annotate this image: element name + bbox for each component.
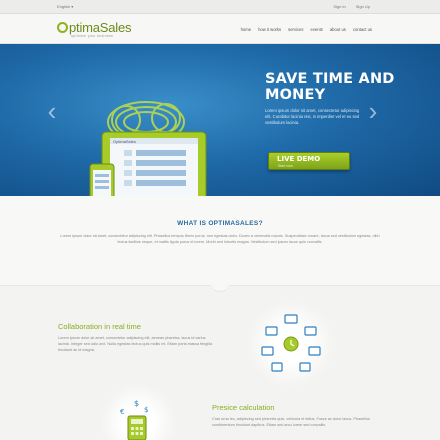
hero-illustration: OptimaSales [89, 101, 207, 196]
about-title: WHAT IS OPTIMASALES? [177, 220, 263, 227]
nav-item-services[interactable]: services [288, 26, 303, 33]
svg-text:$: $ [144, 406, 148, 414]
sign-in-link[interactable]: Sign In [333, 4, 345, 9]
live-demo-sublabel: Start now [278, 164, 293, 168]
logo-brand-text: ptimaSales [69, 20, 132, 35]
logo-o-ring-icon [57, 22, 68, 33]
feature-title-calculation: Presice calculation [212, 403, 275, 412]
account-links: Sign In Sign Up [333, 4, 370, 9]
logo-wordmark: ptimaSales [57, 20, 132, 35]
hero-slider: ‹ › OptimaSales SAVE TIME AND MONEY Lore… [0, 44, 440, 196]
main-nav: home how it works services events about … [241, 26, 372, 33]
about-section: WHAT IS OPTIMASALES? Lorem ipsum dolor s… [0, 196, 440, 286]
feature-text-collaboration: Lorem ipsum dolor sit amet, consectetur … [58, 336, 213, 352]
nav-item-home[interactable]: home [241, 26, 251, 33]
calculator-currency-icon: $ € $ [120, 399, 148, 440]
live-demo-label: LIVE DEMO [277, 155, 321, 163]
collaboration-devices-icon [261, 314, 321, 372]
live-demo-button[interactable]: LIVE DEMO Start now [268, 152, 350, 170]
nav-item-how-it-works[interactable]: how it works [258, 26, 281, 33]
hero-title: SAVE TIME AND MONEY [265, 71, 395, 103]
feature-title-collaboration: Collaboration in real time [58, 322, 141, 331]
tablet-header-text: OptimaSales [113, 139, 136, 144]
site-logo[interactable]: ptimaSales optimize your business [57, 20, 132, 38]
nav-item-about-us[interactable]: about us [330, 26, 346, 33]
hero-description: Lorem ipsum dolor sit amet, consectetur … [265, 108, 360, 125]
section-notch [210, 282, 230, 292]
top-bar: English ▾ Sign In Sign Up [0, 0, 440, 14]
svg-text:$: $ [134, 399, 139, 408]
phone-icon [89, 163, 115, 196]
svg-text:€: € [120, 408, 124, 416]
language-selector[interactable]: English ▾ [57, 4, 73, 9]
nav-item-events[interactable]: events [310, 26, 322, 33]
slider-prev-arrow-icon[interactable]: ‹ [45, 96, 59, 126]
sign-up-link[interactable]: Sign Up [356, 4, 370, 9]
nav-item-contact-us[interactable]: contact us [353, 26, 372, 33]
feature-text-calculation: Cras urna leo, adipiscing sed pharetra q… [212, 417, 370, 427]
about-text: Lorem ipsum dolor sit amet, consectetur … [60, 234, 380, 244]
site-header: ptimaSales optimize your business home h… [0, 14, 440, 44]
